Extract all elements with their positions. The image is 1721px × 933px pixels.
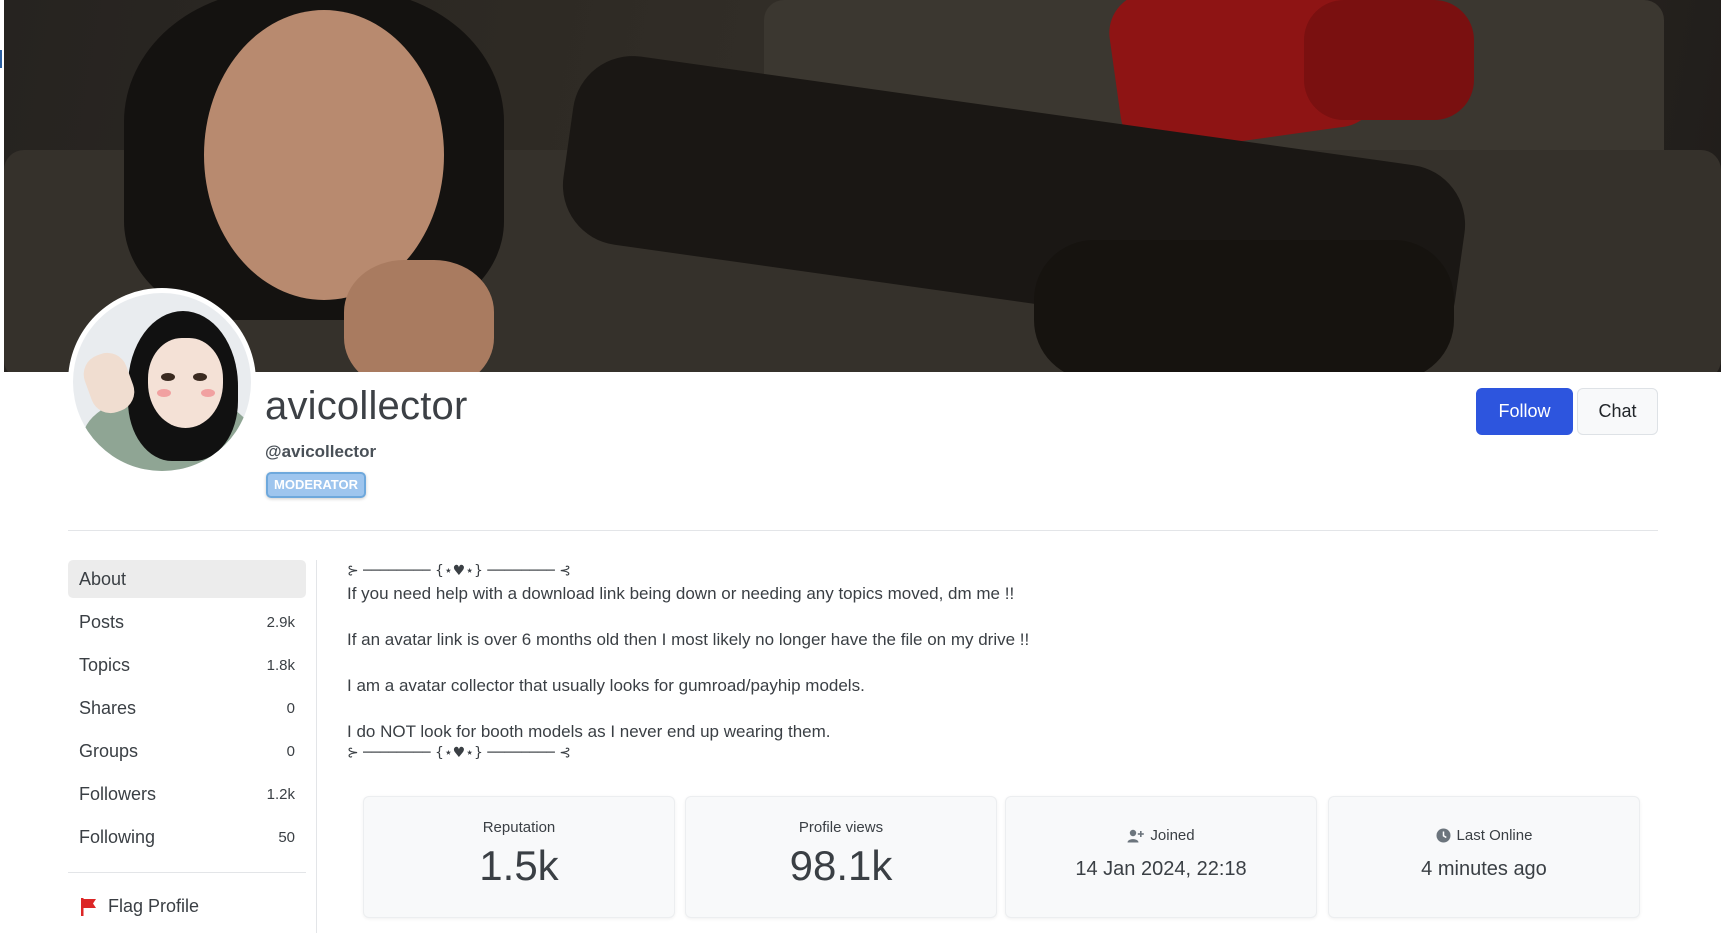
sidebar-item-groups[interactable]: Groups 0 <box>68 732 306 770</box>
about-deco-bottom: ⊱ ──────── {⋆♥⋆} ──────── ⊰ <box>347 745 572 761</box>
follow-button[interactable]: Follow <box>1476 388 1573 435</box>
sidebar-count: 1.8k <box>266 656 295 674</box>
stat-value: 98.1k <box>789 842 893 889</box>
sidebar-count: 2.9k <box>266 613 295 631</box>
about-deco-top: ⊱ ──────── {⋆♥⋆} ──────── ⊰ <box>347 563 572 579</box>
stat-title: Last Online <box>1456 827 1533 844</box>
stat-value: 14 Jan 2024, 22:18 <box>1075 858 1247 880</box>
about-line: If an avatar link is over 6 months old t… <box>347 630 1030 649</box>
sidebar-item-posts[interactable]: Posts 2.9k <box>68 603 306 641</box>
profile-handle: @avicollector <box>265 442 377 461</box>
moderator-badge[interactable]: MODERATOR <box>266 472 367 498</box>
sidebar-label: Followers <box>79 783 157 804</box>
about-section: ⊱ ──────── {⋆♥⋆} ──────── ⊰ If you need … <box>347 562 1647 762</box>
stat-value: 1.5k <box>479 842 559 889</box>
avatar <box>68 288 256 476</box>
stat-card-last-online: Last Online 4 minutes ago <box>1328 796 1640 918</box>
about-line: I do NOT look for booth models as I neve… <box>347 722 831 741</box>
sidebar-label: Posts <box>79 611 125 632</box>
flag-icon <box>81 897 96 916</box>
sidebar-label: Shares <box>79 697 137 718</box>
sidebar-item-topics[interactable]: Topics 1.8k <box>68 646 306 684</box>
stat-card-profile-views: Profile views 98.1k <box>685 796 997 918</box>
stat-card-joined: Joined 14 Jan 2024, 22:18 <box>1005 796 1317 918</box>
sidebar-count: 50 <box>278 828 295 846</box>
sidebar-label: Following <box>79 826 156 847</box>
profile-sidebar: About Posts 2.9k Topics 1.8k Shares 0 Gr… <box>68 560 306 861</box>
sidebar-label: Topics <box>79 654 131 675</box>
stat-value: 4 minutes ago <box>1421 858 1547 880</box>
sidebar-divider <box>68 872 306 873</box>
sidebar-count: 0 <box>286 742 295 760</box>
profile-username: avicollector <box>265 384 468 428</box>
stat-title: Reputation <box>482 819 556 836</box>
sidebar-item-about[interactable]: About <box>68 560 306 598</box>
content-divider <box>316 560 317 933</box>
sidebar-count: 0 <box>286 699 295 717</box>
stat-card-reputation: Reputation 1.5k <box>363 796 675 918</box>
sidebar-label: About <box>79 568 127 589</box>
stat-title: Joined <box>1150 827 1195 844</box>
sidebar-item-shares[interactable]: Shares 0 <box>68 689 306 727</box>
sidebar-label: Groups <box>79 740 139 761</box>
sidebar-item-following[interactable]: Following 50 <box>68 818 306 856</box>
user-plus-icon <box>1127 829 1145 842</box>
cover-image <box>4 0 1721 372</box>
flag-profile-label: Flag Profile <box>108 896 200 916</box>
sidebar-item-followers[interactable]: Followers 1.2k <box>68 775 306 813</box>
header-divider <box>68 530 1658 531</box>
clock-icon <box>1436 828 1451 843</box>
chat-button[interactable]: Chat <box>1577 388 1658 435</box>
about-line: I am a avatar collector that usually loo… <box>347 676 865 695</box>
stat-title: Profile views <box>798 819 884 836</box>
about-line: If you need help with a download link be… <box>347 584 1015 603</box>
flag-profile-link[interactable]: Flag Profile <box>80 896 199 917</box>
sidebar-count: 1.2k <box>266 785 295 803</box>
